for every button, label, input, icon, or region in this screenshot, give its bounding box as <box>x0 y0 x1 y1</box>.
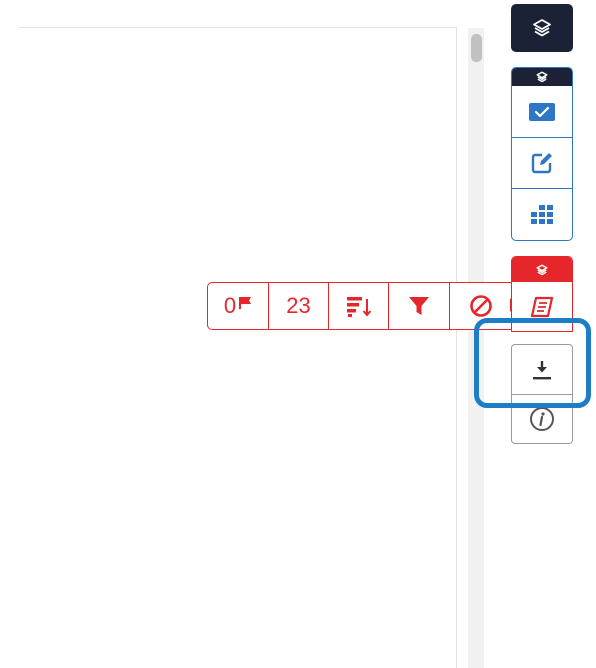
layers-icon <box>536 263 548 275</box>
notes-button[interactable] <box>512 282 572 331</box>
edit-tools-group <box>511 67 573 241</box>
info-icon <box>530 407 554 431</box>
items-count-button[interactable]: 23 <box>269 283 329 329</box>
notes-icon <box>530 296 554 317</box>
export-tools-group <box>511 344 573 444</box>
edit-button[interactable] <box>512 137 572 188</box>
red-tools-group <box>511 256 573 332</box>
sort-icon <box>346 297 371 317</box>
red-toolbar: 0 23 <box>207 282 512 330</box>
sort-button[interactable] <box>329 283 389 329</box>
red-tools-group-header[interactable] <box>512 257 572 282</box>
download-icon <box>533 360 551 379</box>
table-button[interactable] <box>512 188 572 239</box>
flags-count-button[interactable]: 0 <box>208 283 269 329</box>
edit-icon <box>531 153 552 174</box>
layers-icon <box>533 19 551 37</box>
flag-icon <box>239 297 252 309</box>
select-button[interactable] <box>512 86 572 137</box>
scrollbar-thumb[interactable] <box>471 34 482 62</box>
no-entry-icon <box>470 295 492 317</box>
grid-icon <box>531 205 553 224</box>
app-root: 0 23 <box>0 0 596 668</box>
layers-icon <box>536 71 548 83</box>
checkbox-icon <box>529 102 555 121</box>
download-button[interactable] <box>512 345 572 394</box>
content-panel <box>18 27 457 668</box>
layers-button[interactable] <box>511 4 573 52</box>
flags-count: 0 <box>223 293 237 318</box>
filter-icon <box>409 297 429 315</box>
edit-tools-group-header[interactable] <box>512 68 572 86</box>
info-button[interactable] <box>512 394 572 443</box>
filter-button[interactable] <box>389 283 450 329</box>
clear-filter-button[interactable] <box>450 283 512 329</box>
items-count: 23 <box>286 293 311 318</box>
vertical-scrollbar[interactable] <box>468 28 484 668</box>
